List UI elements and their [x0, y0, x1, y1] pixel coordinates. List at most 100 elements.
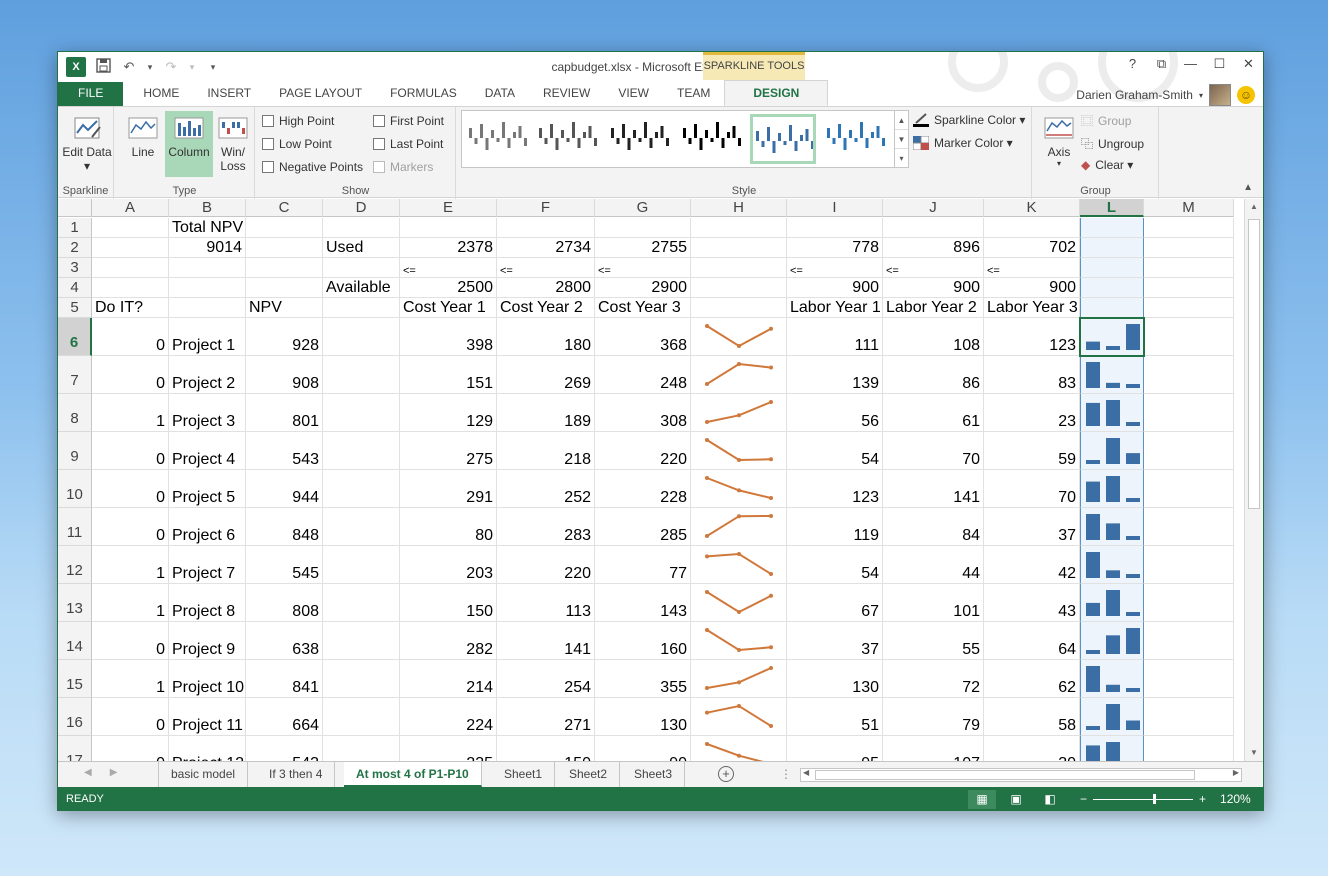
- cell-b7[interactable]: Project 2: [169, 356, 246, 394]
- cell-f8[interactable]: 189: [497, 394, 595, 432]
- cell-j17[interactable]: 107: [883, 736, 984, 761]
- cell-f14[interactable]: 141: [497, 622, 595, 660]
- cell-g8[interactable]: 308: [595, 394, 691, 432]
- maximize-button[interactable]: ☐: [1205, 56, 1234, 72]
- horizontal-scrollbar[interactable]: ◀ ▶: [800, 768, 1242, 782]
- column-type-button[interactable]: Column: [165, 111, 213, 177]
- cell-j14[interactable]: 55: [883, 622, 984, 660]
- tab-team[interactable]: TEAM: [663, 82, 724, 106]
- row-header-12[interactable]: 12: [58, 546, 92, 584]
- column-header-i[interactable]: I: [787, 199, 883, 217]
- column-header-g[interactable]: G: [595, 199, 691, 217]
- sparkline-color-button[interactable]: Sparkline Color ▾: [913, 113, 1025, 127]
- cell-e9[interactable]: 275: [400, 432, 497, 470]
- cell-d7[interactable]: [323, 356, 400, 394]
- gallery-down-icon[interactable]: ▼: [895, 130, 908, 149]
- cell-e13[interactable]: 150: [400, 584, 497, 622]
- cell-m3[interactable]: [1144, 258, 1234, 278]
- worksheet-grid[interactable]: A B C D E F G H I J K L M 1 Total NPV 2 9014 Used 2378 2734…: [58, 199, 1244, 761]
- cell-d13[interactable]: [323, 584, 400, 622]
- style-swatch-black-2[interactable]: [680, 114, 746, 164]
- cell-c9[interactable]: 543: [246, 432, 323, 470]
- cell-j11[interactable]: 84: [883, 508, 984, 546]
- scroll-right-icon[interactable]: ▶: [1233, 768, 1239, 777]
- cell-f17[interactable]: 150: [497, 736, 595, 761]
- zoom-in-icon[interactable]: +: [1199, 792, 1206, 806]
- edit-data-button[interactable]: Edit Data ▾: [62, 111, 112, 177]
- cell-g6[interactable]: 368: [595, 318, 691, 356]
- cell-k16[interactable]: 58: [984, 698, 1080, 736]
- negative-points-checkbox[interactable]: Negative Points: [262, 160, 363, 174]
- cell-e2[interactable]: 2378: [400, 238, 497, 258]
- cell-d16[interactable]: [323, 698, 400, 736]
- cell-g12[interactable]: 77: [595, 546, 691, 584]
- scroll-left-icon[interactable]: ◀: [803, 768, 809, 777]
- normal-view-icon[interactable]: ▦: [968, 790, 996, 809]
- cell-d6[interactable]: [323, 318, 400, 356]
- cell-g13[interactable]: 143: [595, 584, 691, 622]
- cell-l1[interactable]: [1080, 218, 1144, 238]
- cell-d17[interactable]: [323, 736, 400, 761]
- cell-g3[interactable]: <=: [595, 258, 691, 278]
- cell-b14[interactable]: Project 9: [169, 622, 246, 660]
- row-header-13[interactable]: 13: [58, 584, 92, 622]
- cell-d1[interactable]: [323, 218, 400, 238]
- cell-c14[interactable]: 638: [246, 622, 323, 660]
- cell-k14[interactable]: 64: [984, 622, 1080, 660]
- cell-f6[interactable]: 180: [497, 318, 595, 356]
- last-point-checkbox[interactable]: Last Point: [373, 137, 443, 151]
- cell-a16[interactable]: 0: [92, 698, 169, 736]
- group-sparklines-button[interactable]: ⿴ Group: [1081, 112, 1131, 129]
- cell-b17[interactable]: Project 12: [169, 736, 246, 761]
- cell-h3[interactable]: [691, 258, 787, 278]
- tab-view[interactable]: VIEW: [604, 82, 663, 106]
- cell-d2[interactable]: Used: [323, 238, 400, 258]
- sheet-tab-sheet3[interactable]: Sheet3: [622, 762, 686, 787]
- cell-e14[interactable]: 282: [400, 622, 497, 660]
- sheet-tab-basic-model[interactable]: basic model: [158, 762, 249, 787]
- cell-m12[interactable]: [1144, 546, 1234, 584]
- cell-k17[interactable]: 30: [984, 736, 1080, 761]
- column-header-h[interactable]: H: [691, 199, 787, 217]
- cell-g14[interactable]: 160: [595, 622, 691, 660]
- close-button[interactable]: ✕: [1234, 56, 1263, 72]
- cell-c10[interactable]: 944: [246, 470, 323, 508]
- cell-i5[interactable]: Labor Year 1: [787, 298, 883, 318]
- page-break-view-icon[interactable]: ◧: [1036, 790, 1064, 809]
- cell-k12[interactable]: 42: [984, 546, 1080, 584]
- tab-review[interactable]: REVIEW: [529, 82, 604, 106]
- sheet-tab-if-3-then-4[interactable]: If 3 then 4: [257, 762, 336, 787]
- cell-l4[interactable]: [1080, 278, 1144, 298]
- row-header-11[interactable]: 11: [58, 508, 92, 546]
- cell-j16[interactable]: 79: [883, 698, 984, 736]
- line-type-button[interactable]: Line: [119, 111, 167, 177]
- row-header-3[interactable]: 3: [58, 258, 92, 278]
- cell-a8[interactable]: 1: [92, 394, 169, 432]
- cell-m6[interactable]: [1144, 318, 1234, 356]
- cell-a17[interactable]: 0: [92, 736, 169, 761]
- cell-j10[interactable]: 141: [883, 470, 984, 508]
- row-header-4[interactable]: 4: [58, 278, 92, 298]
- zoom-slider-knob[interactable]: [1153, 793, 1157, 804]
- cell-m8[interactable]: [1144, 394, 1234, 432]
- cell-e3[interactable]: <=: [400, 258, 497, 278]
- scroll-up-icon[interactable]: ▲: [1245, 199, 1263, 215]
- row-header-17[interactable]: 17: [58, 736, 92, 761]
- cell-b11[interactable]: Project 6: [169, 508, 246, 546]
- feedback-smiley-icon[interactable]: ☺: [1237, 86, 1255, 104]
- cell-i4[interactable]: 900: [787, 278, 883, 298]
- cell-f5[interactable]: Cost Year 2: [497, 298, 595, 318]
- cell-j7[interactable]: 86: [883, 356, 984, 394]
- cell-b5[interactable]: [169, 298, 246, 318]
- cell-d9[interactable]: [323, 432, 400, 470]
- column-header-k[interactable]: K: [984, 199, 1080, 217]
- cell-c1[interactable]: [246, 218, 323, 238]
- row-header-14[interactable]: 14: [58, 622, 92, 660]
- cell-e16[interactable]: 224: [400, 698, 497, 736]
- cell-i16[interactable]: 51: [787, 698, 883, 736]
- cell-g4[interactable]: 2900: [595, 278, 691, 298]
- cell-i15[interactable]: 130: [787, 660, 883, 698]
- cell-c8[interactable]: 801: [246, 394, 323, 432]
- cell-a7[interactable]: 0: [92, 356, 169, 394]
- cell-k10[interactable]: 70: [984, 470, 1080, 508]
